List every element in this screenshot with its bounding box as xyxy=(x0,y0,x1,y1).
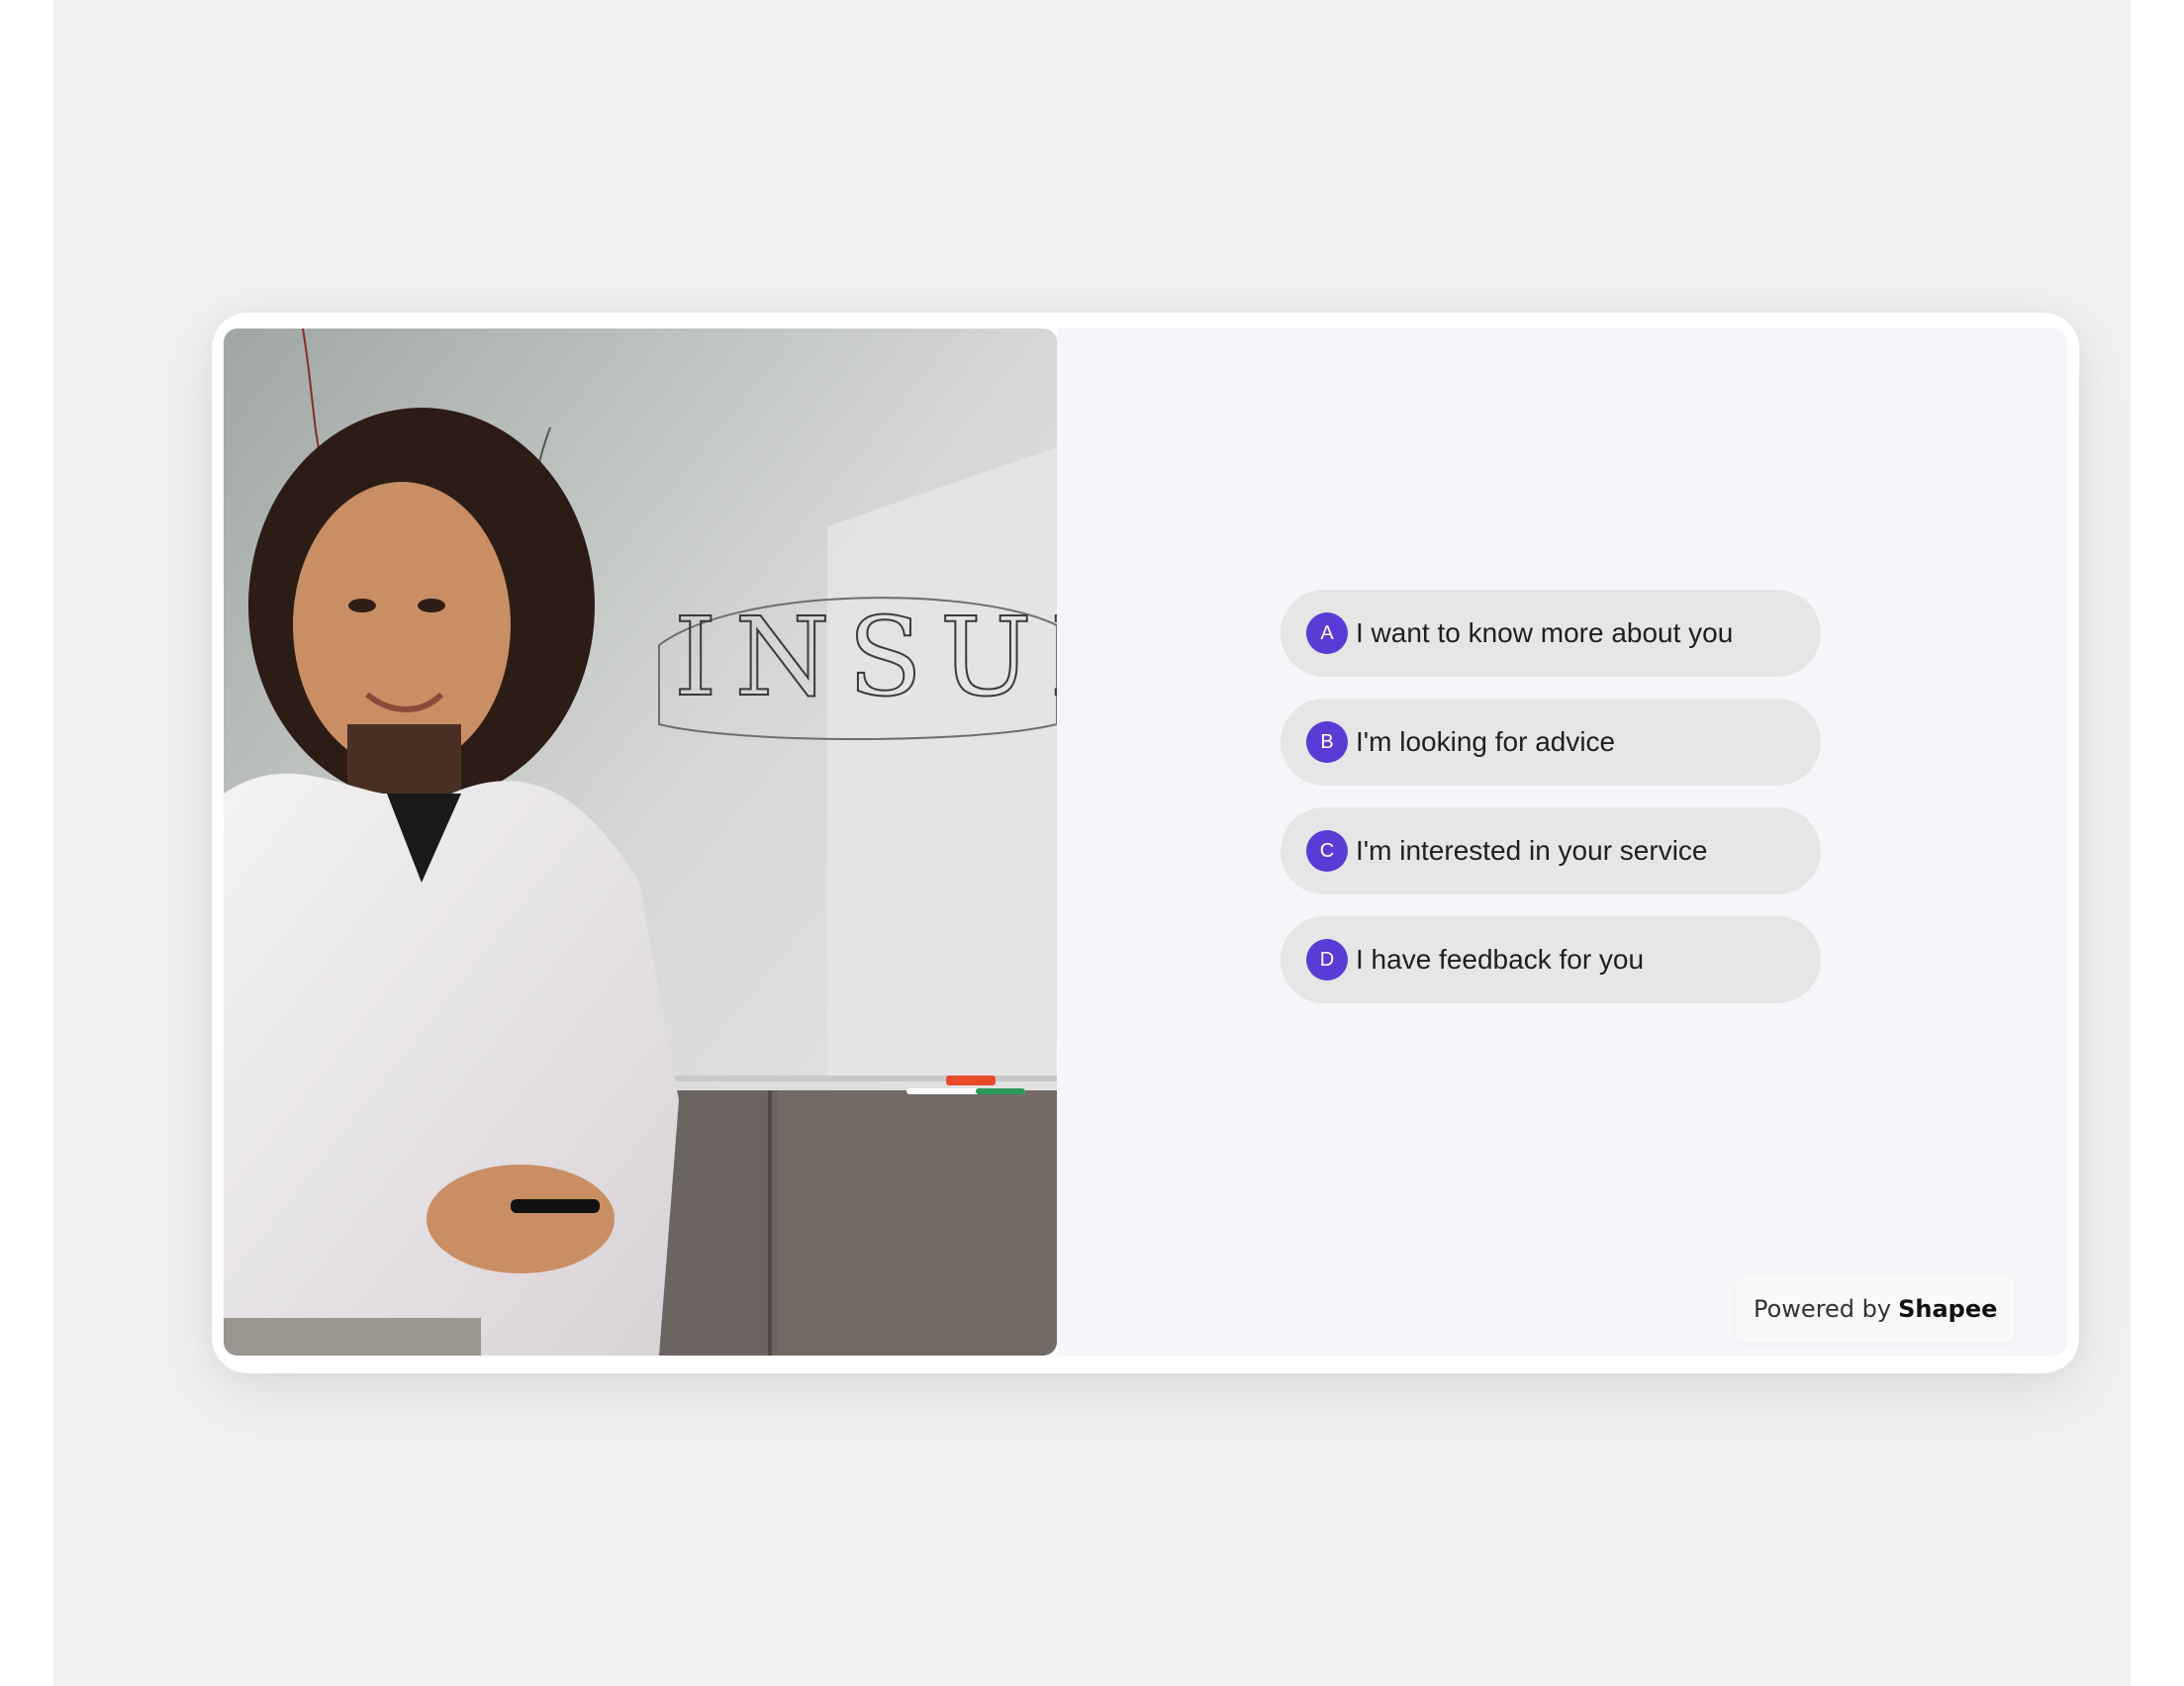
option-d-letter-badge: D xyxy=(1306,939,1348,981)
option-c-label: I'm interested in your service xyxy=(1356,835,1708,866)
option-list: A I want to know more about you B I'm lo… xyxy=(1281,590,1821,1025)
svg-text:INSURA: INSURA xyxy=(674,594,1057,720)
option-c-letter-badge: C xyxy=(1306,830,1348,872)
option-a-letter-badge: A xyxy=(1306,612,1348,654)
option-b-button[interactable]: B I'm looking for advice xyxy=(1281,699,1821,786)
whiteboard-text-graphic: INSURA xyxy=(673,593,1057,721)
option-a-button[interactable]: A I want to know more about you xyxy=(1281,590,1821,677)
brand-name: Shapee xyxy=(1898,1295,1998,1323)
chat-widget-card: INSURA A I want to k xyxy=(212,313,2079,1373)
presenter-photo: INSURA xyxy=(224,328,1057,1356)
option-b-label: I'm looking for advice xyxy=(1356,726,1616,757)
option-a-label: I want to know more about you xyxy=(1356,617,1734,648)
option-d-button[interactable]: D I have feedback for you xyxy=(1281,916,1821,1003)
powered-by-prefix: Powered by xyxy=(1754,1295,1892,1323)
chat-panel: A I want to know more about you B I'm lo… xyxy=(1057,328,2067,1356)
option-b-letter-badge: B xyxy=(1306,721,1348,763)
option-d-label: I have feedback for you xyxy=(1356,944,1645,975)
page-background: INSURA A I want to k xyxy=(53,0,2131,1686)
presenter-image: INSURA xyxy=(224,328,1057,1356)
powered-by-badge[interactable]: Powered by Shapee xyxy=(1736,1276,2016,1342)
option-c-button[interactable]: C I'm interested in your service xyxy=(1281,807,1821,894)
